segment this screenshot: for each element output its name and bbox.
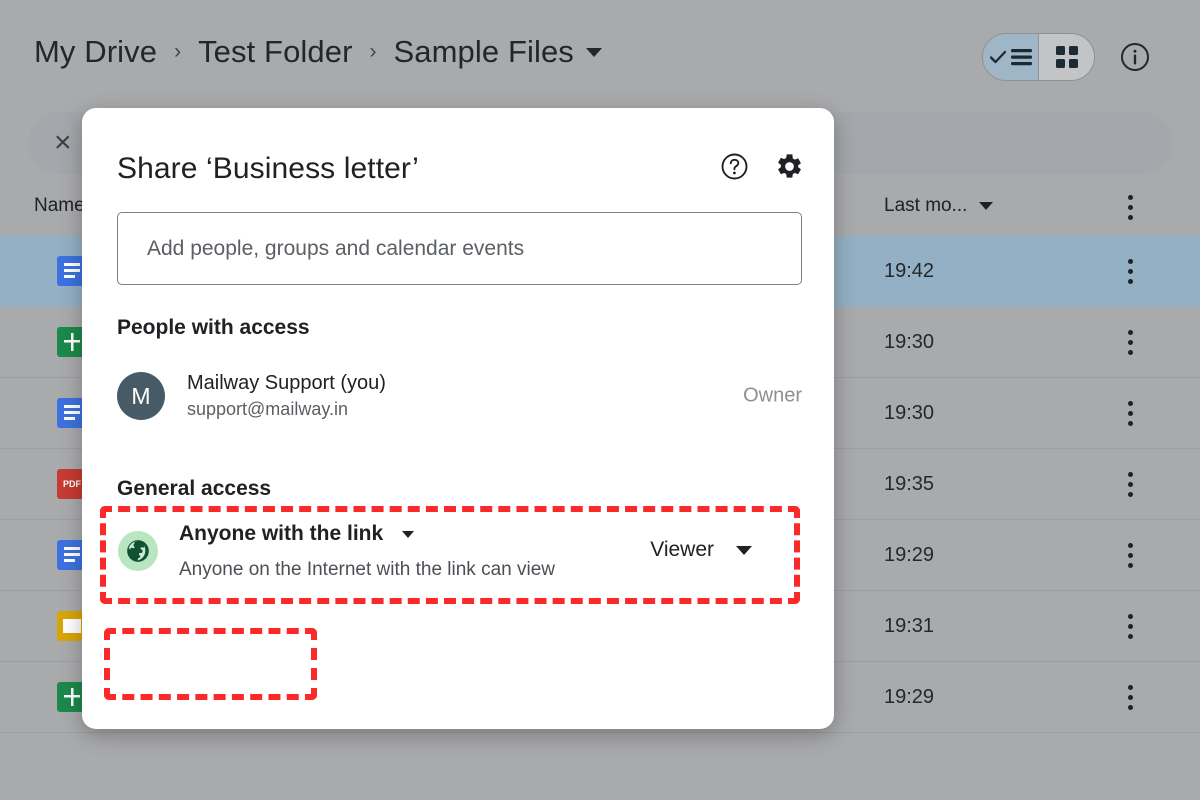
person-name: Mailway Support (you) (187, 370, 386, 397)
file-modified-time: 19:29 (884, 544, 934, 567)
avatar: M (117, 372, 165, 420)
header-more-options-button[interactable] (1127, 195, 1133, 220)
row-more-options-button[interactable] (1127, 543, 1133, 568)
row-more-options-button[interactable] (1127, 330, 1133, 355)
chevron-down-icon (402, 531, 414, 538)
file-modified-time: 19:35 (884, 473, 934, 496)
breadcrumb-separator: › (370, 40, 377, 64)
person-row: M Mailway Support (you) support@mailway.… (117, 366, 802, 426)
globe-icon (118, 531, 158, 571)
breadcrumb-separator: › (174, 40, 181, 64)
close-search-button[interactable]: × (54, 128, 72, 158)
file-modified-time: 19:31 (884, 615, 934, 638)
permission-role-dropdown[interactable]: Viewer (650, 538, 752, 562)
add-people-input[interactable] (117, 212, 802, 285)
people-with-access-heading: People with access (117, 316, 310, 340)
file-modified-time: 19:42 (884, 260, 934, 283)
info-icon (1120, 42, 1150, 72)
permission-role-label: Viewer (650, 538, 714, 562)
row-more-options-button[interactable] (1127, 685, 1133, 710)
list-icon (1011, 49, 1032, 66)
row-more-options-button[interactable] (1127, 614, 1133, 639)
dialog-title: Share ‘Business letter’ (117, 152, 419, 186)
general-access-heading: General access (117, 477, 271, 501)
chevron-down-icon (736, 546, 752, 555)
general-access-scope-dropdown[interactable]: Anyone with the link (179, 522, 414, 546)
file-modified-time: 19:29 (884, 686, 934, 709)
breadcrumb-item-sample-files[interactable]: Sample Files (394, 34, 574, 70)
person-email: support@mailway.in (187, 397, 386, 421)
person-role: Owner (743, 385, 802, 408)
column-header-last-modified-label: Last mo... (884, 195, 967, 217)
general-access-row: Anyone with the link Anyone on the Inter… (118, 516, 788, 582)
breadcrumb-item-test-folder[interactable]: Test Folder (198, 34, 352, 70)
grid-icon (1056, 46, 1078, 68)
help-circle-icon[interactable] (721, 153, 748, 185)
grid-view-button[interactable] (1038, 34, 1094, 80)
list-view-button[interactable] (983, 34, 1038, 80)
row-more-options-button[interactable] (1127, 472, 1133, 497)
share-dialog: Share ‘Business letter’ People with acce… (82, 108, 834, 729)
sort-caret-icon (979, 202, 993, 210)
gear-icon[interactable] (775, 152, 804, 186)
column-header-last-modified[interactable]: Last mo... (884, 195, 993, 217)
file-modified-time: 19:30 (884, 331, 934, 354)
details-info-button[interactable] (1120, 42, 1150, 72)
check-icon (990, 50, 1007, 64)
general-access-description: Anyone on the Internet with the link can… (179, 559, 555, 581)
column-header-name[interactable]: Name (34, 195, 85, 217)
breadcrumb-item-my-drive[interactable]: My Drive (34, 34, 157, 70)
row-more-options-button[interactable] (1127, 259, 1133, 284)
view-toggle-group[interactable] (982, 33, 1095, 81)
row-more-options-button[interactable] (1127, 401, 1133, 426)
dialog-title-row: Share ‘Business letter’ (117, 146, 804, 192)
general-access-scope-label: Anyone with the link (179, 522, 383, 546)
file-modified-time: 19:30 (884, 402, 934, 425)
chevron-down-icon[interactable] (586, 48, 602, 57)
